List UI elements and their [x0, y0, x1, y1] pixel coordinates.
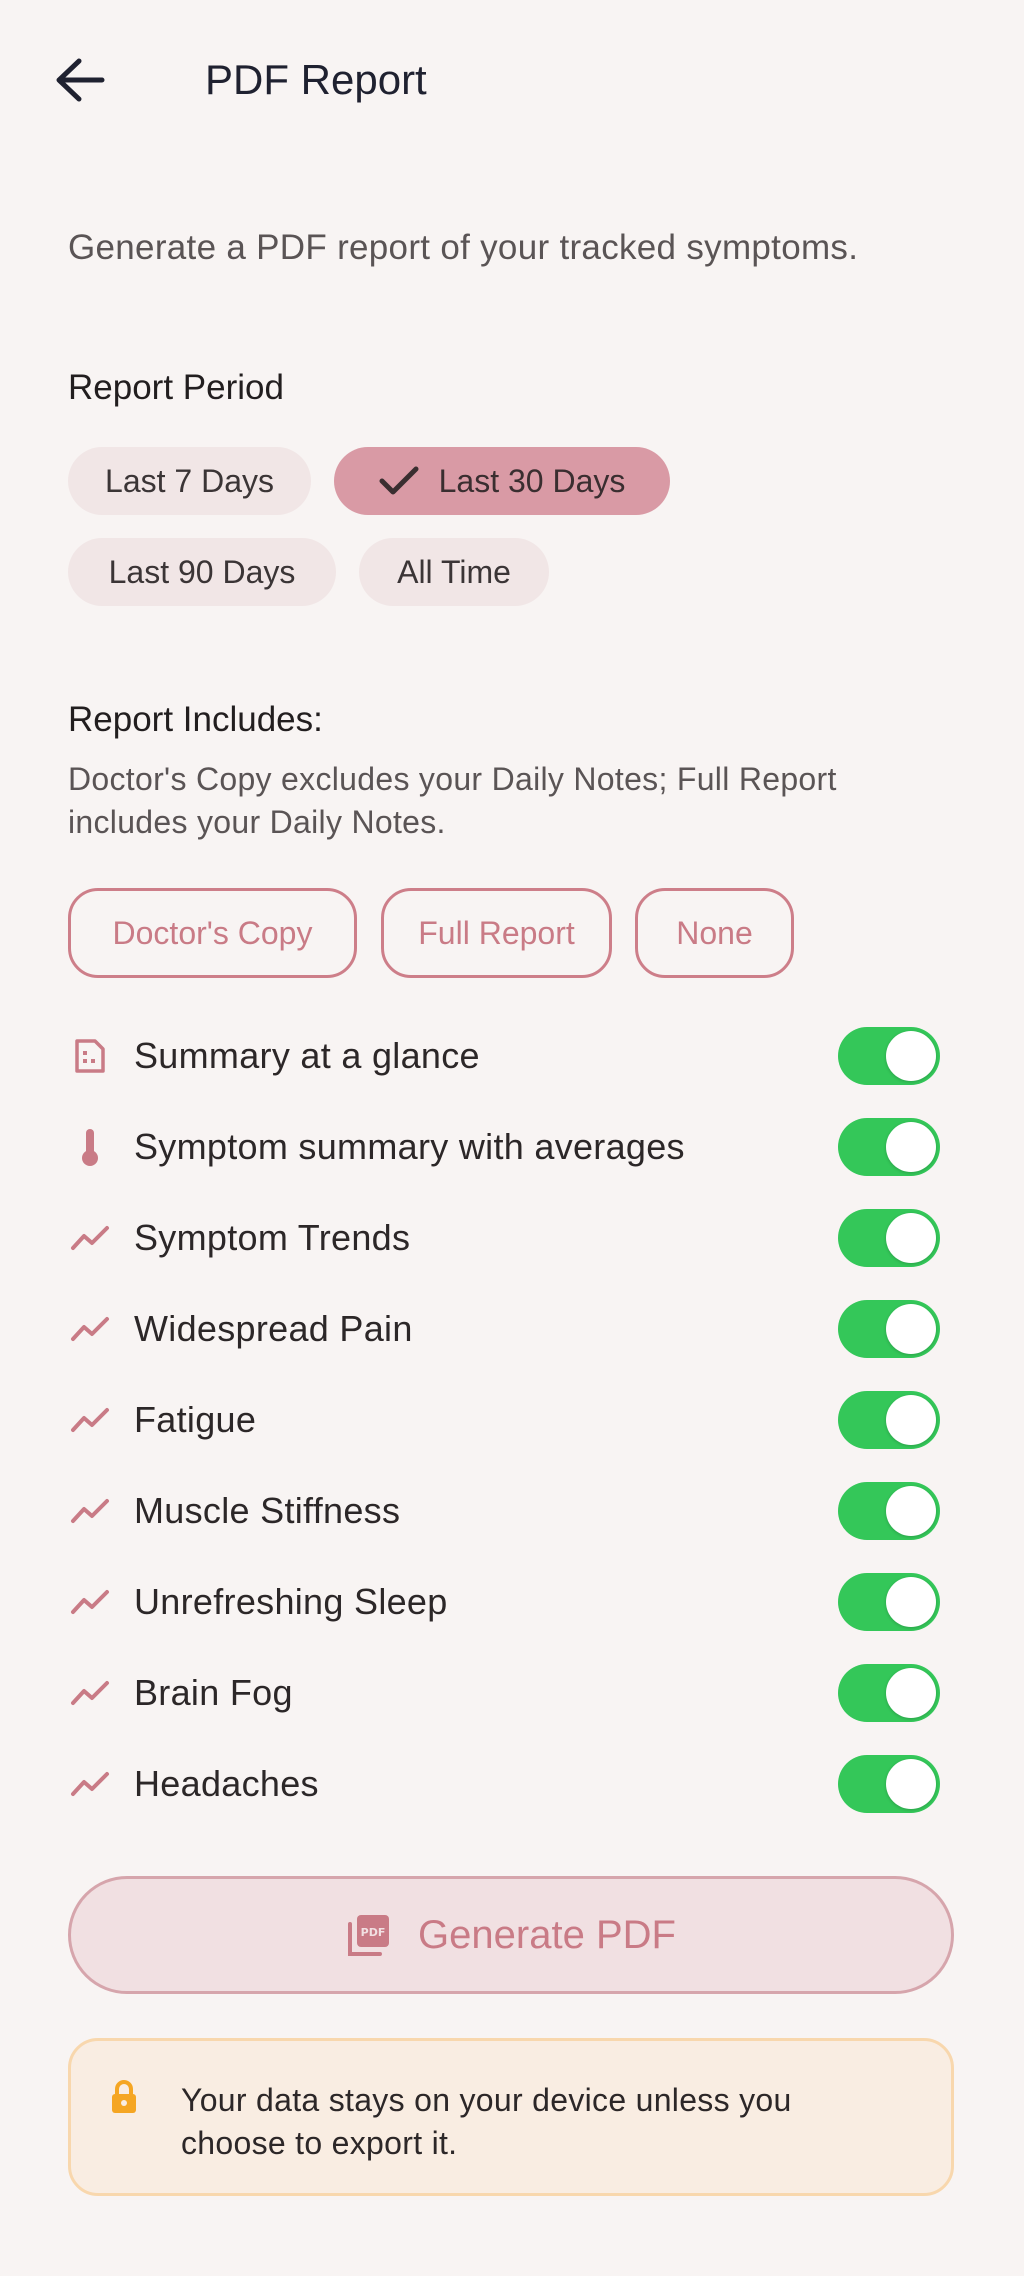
generate-pdf-label: Generate PDF	[418, 1912, 676, 1957]
toggle-headaches[interactable]	[838, 1755, 940, 1813]
back-button[interactable]	[50, 50, 110, 110]
include-item-label: Symptom Trends	[134, 1217, 411, 1258]
toggle-knob	[886, 1304, 936, 1354]
include-item-symptom-trends: Symptom Trends	[68, 1203, 940, 1273]
toggle-knob	[886, 1486, 936, 1536]
privacy-notice: Your data stays on your device unless yo…	[68, 2038, 954, 2196]
toggle-symptom-summary[interactable]	[838, 1118, 940, 1176]
intro-text: Generate a PDF report of your tracked sy…	[68, 228, 859, 267]
toggle-knob	[886, 1031, 936, 1081]
trend-icon	[68, 1216, 112, 1260]
summary-icon	[68, 1034, 112, 1078]
app-header: PDF Report	[0, 0, 1024, 162]
pdf-icon: PDF	[346, 1912, 392, 1958]
include-item-symptom-summary: Symptom summary with averages	[68, 1112, 940, 1182]
include-item-fatigue: Fatigue	[68, 1385, 940, 1455]
preset-label: Doctor's Copy	[112, 914, 313, 951]
toggle-knob	[886, 1759, 936, 1809]
toggle-knob	[886, 1668, 936, 1718]
period-chip-last-90-days[interactable]: Last 90 Days	[68, 538, 336, 606]
trend-icon	[68, 1398, 112, 1442]
include-item-label: Fatigue	[134, 1399, 257, 1440]
toggle-knob	[886, 1122, 936, 1172]
check-icon	[379, 465, 419, 497]
period-chip-last-7-days[interactable]: Last 7 Days	[68, 447, 311, 515]
privacy-notice-text: Your data stays on your device unless yo…	[181, 2082, 792, 2161]
lock-icon	[109, 2079, 139, 2120]
chip-label: Last 30 Days	[438, 462, 626, 499]
svg-text:PDF: PDF	[361, 1926, 386, 1939]
page-title: PDF Report	[205, 56, 427, 103]
report-includes-description: Doctor's Copy excludes your Daily Notes;…	[68, 761, 837, 840]
include-item-muscle-stiffness: Muscle Stiffness	[68, 1476, 940, 1546]
preset-label: Full Report	[418, 914, 575, 951]
toggle-knob	[886, 1577, 936, 1627]
toggle-knob	[886, 1395, 936, 1445]
toggle-unrefreshing-sleep[interactable]	[838, 1573, 940, 1631]
include-item-label: Symptom summary with averages	[134, 1126, 685, 1167]
preset-none-button[interactable]: None	[635, 888, 794, 978]
toggle-muscle-stiffness[interactable]	[838, 1482, 940, 1540]
chip-label: Last 90 Days	[108, 553, 296, 590]
toggle-symptom-trends[interactable]	[838, 1209, 940, 1267]
toggle-summary-at-a-glance[interactable]	[838, 1027, 940, 1085]
report-includes-title: Report Includes:	[68, 700, 323, 739]
include-item-unrefreshing-sleep: Unrefreshing Sleep	[68, 1567, 940, 1637]
include-item-label: Summary at a glance	[134, 1035, 480, 1076]
period-chip-all-time[interactable]: All Time	[359, 538, 549, 606]
include-item-label: Brain Fog	[134, 1672, 293, 1713]
trend-icon	[68, 1307, 112, 1351]
toggle-brain-fog[interactable]	[838, 1664, 940, 1722]
trend-icon	[68, 1762, 112, 1806]
trend-icon	[68, 1489, 112, 1533]
include-item-summary-at-a-glance: Summary at a glance	[68, 1021, 940, 1091]
toggle-widespread-pain[interactable]	[838, 1300, 940, 1358]
chip-label: All Time	[397, 553, 511, 590]
preset-doctors-copy-button[interactable]: Doctor's Copy	[68, 888, 357, 978]
include-item-label: Unrefreshing Sleep	[134, 1581, 448, 1622]
include-item-label: Widespread Pain	[134, 1308, 413, 1349]
toggle-knob	[886, 1213, 936, 1263]
preset-label: None	[676, 914, 753, 951]
chip-label: Last 7 Days	[105, 462, 274, 499]
thermometer-icon	[68, 1125, 112, 1169]
include-item-label: Headaches	[134, 1763, 319, 1804]
toggle-fatigue[interactable]	[838, 1391, 940, 1449]
preset-full-report-button[interactable]: Full Report	[381, 888, 612, 978]
trend-icon	[68, 1580, 112, 1624]
arrow-left-icon	[56, 58, 105, 102]
report-period-title: Report Period	[68, 368, 284, 407]
period-chip-last-30-days[interactable]: Last 30 Days	[334, 447, 670, 515]
include-item-headaches: Headaches	[68, 1749, 940, 1819]
include-item-widespread-pain: Widespread Pain	[68, 1294, 940, 1364]
generate-pdf-button[interactable]: PDF Generate PDF	[68, 1876, 954, 1994]
include-item-label: Muscle Stiffness	[134, 1490, 401, 1531]
include-item-brain-fog: Brain Fog	[68, 1658, 940, 1728]
trend-icon	[68, 1671, 112, 1715]
